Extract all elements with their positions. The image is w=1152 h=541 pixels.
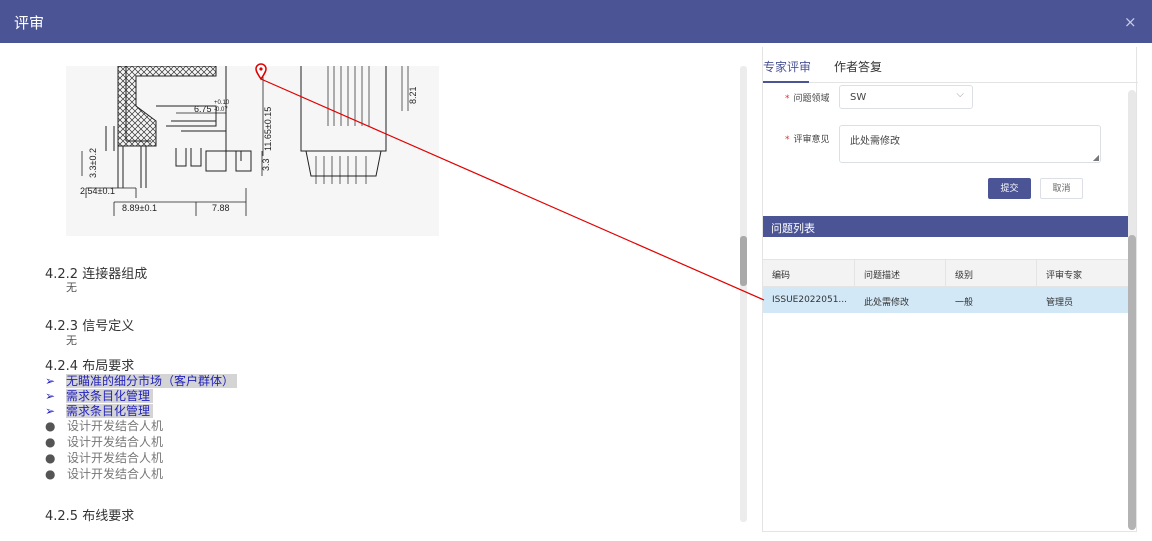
drawing-label: 3.3 xyxy=(261,158,271,171)
chevron-down-icon: ⌵ xyxy=(956,89,964,100)
list-item: ● 设计开发结合人机 xyxy=(45,419,164,433)
highlighted-item: ➢ 需求条目化管理 xyxy=(45,387,154,403)
section-body: 无 xyxy=(66,334,77,347)
active-tab-indicator xyxy=(763,81,809,83)
list-item: ● 设计开发结合人机 xyxy=(45,467,164,481)
cell-code: ISSUE2022051... xyxy=(772,295,848,305)
bullet-dot-icon: ● xyxy=(45,435,56,449)
highlighted-item: ➢ 需求条目化管理 xyxy=(45,402,154,418)
domain-select[interactable]: SW ⌵ xyxy=(839,85,973,109)
drawing-label: 2.54±0.1 xyxy=(80,186,115,196)
highlighted-item: ➢ 无瞄准的细分市场（客户群体） xyxy=(45,372,238,388)
section-heading: 4.2.2 连接器组成 xyxy=(45,267,148,282)
document-viewer[interactable]: 6.75 +0.10 -0.07 11.65±0.15 8.21 3.3±0.2… xyxy=(0,43,740,541)
scrollbar-thumb[interactable] xyxy=(740,236,747,286)
cell-level: 一般 xyxy=(955,298,974,308)
review-panel: 专家评审 作者答复 * 问题领域 SW ⌵ * 评审意见 此处需修改 ◢ 提交 取消… xyxy=(762,47,1138,532)
opinion-label: * 评审意见 xyxy=(785,135,830,145)
section-heading: 4.2.5 布线要求 xyxy=(45,509,135,524)
required-mark: * xyxy=(785,135,790,145)
drawing-label: 7.88 xyxy=(212,203,230,213)
resize-grip-icon[interactable]: ◢ xyxy=(1093,153,1099,162)
bullet-dot-icon: ● xyxy=(45,451,56,465)
list-item: ● 设计开发结合人机 xyxy=(45,451,164,465)
arrow-bullet-icon: ➢ xyxy=(45,404,56,418)
drawing-label: 11.65±0.15 xyxy=(263,107,273,151)
section-heading: 4.2.3 信号定义 xyxy=(45,319,135,334)
drawing-label: 8.89±0.1 xyxy=(122,203,157,213)
review-tabs: 专家评审 作者答复 xyxy=(763,47,1138,83)
column-header[interactable]: 级别 xyxy=(946,260,1037,286)
dialog-header: 评审 × xyxy=(0,0,1152,43)
opinion-textarea[interactable]: 此处需修改 ◢ xyxy=(839,125,1101,163)
drawing-label: 8.21 xyxy=(408,86,418,104)
submit-button[interactable]: 提交 xyxy=(988,178,1031,199)
arrow-bullet-icon: ➢ xyxy=(45,374,56,388)
tab-expert-review[interactable]: 专家评审 xyxy=(763,58,811,75)
table-row[interactable]: ISSUE2022051... 此处需修改 一般 管理员 xyxy=(763,287,1130,313)
scrollbar-thumb[interactable] xyxy=(1128,235,1136,530)
tab-author-reply[interactable]: 作者答复 xyxy=(834,58,882,75)
column-header[interactable]: 评审专家 xyxy=(1037,260,1130,286)
column-header[interactable]: 问题描述 xyxy=(855,260,946,286)
cancel-button[interactable]: 取消 xyxy=(1040,178,1083,199)
document-scrollbar[interactable] xyxy=(740,66,747,522)
issue-list-title: 问题列表 xyxy=(763,216,1130,237)
cell-reviewer: 管理员 xyxy=(1046,298,1074,308)
dialog-title: 评审 xyxy=(14,14,45,32)
column-header[interactable]: 编码 xyxy=(763,260,855,286)
table-header: 编码 问题描述 级别 评审专家 xyxy=(763,259,1130,287)
bullet-dot-icon: ● xyxy=(45,419,56,433)
required-mark: * xyxy=(785,94,790,104)
domain-label: * 问题领域 xyxy=(785,94,830,104)
drawing-label: 3.3±0.2 xyxy=(88,148,98,178)
cell-description: 此处需修改 xyxy=(864,298,910,308)
connector-drawing: 6.75 +0.10 -0.07 11.65±0.15 8.21 3.3±0.2… xyxy=(66,65,439,236)
panel-scrollbar[interactable] xyxy=(1128,90,1136,530)
close-icon[interactable]: × xyxy=(1124,13,1137,31)
drawing-label: 6.75 xyxy=(194,104,212,114)
drawing-label: -0.07 xyxy=(214,107,228,113)
arrow-bullet-icon: ➢ xyxy=(45,389,56,403)
section-body: 无 xyxy=(66,281,77,294)
drawing-label: +0.10 xyxy=(214,100,230,106)
list-item: ● 设计开发结合人机 xyxy=(45,435,164,449)
bullet-dot-icon: ● xyxy=(45,467,56,481)
